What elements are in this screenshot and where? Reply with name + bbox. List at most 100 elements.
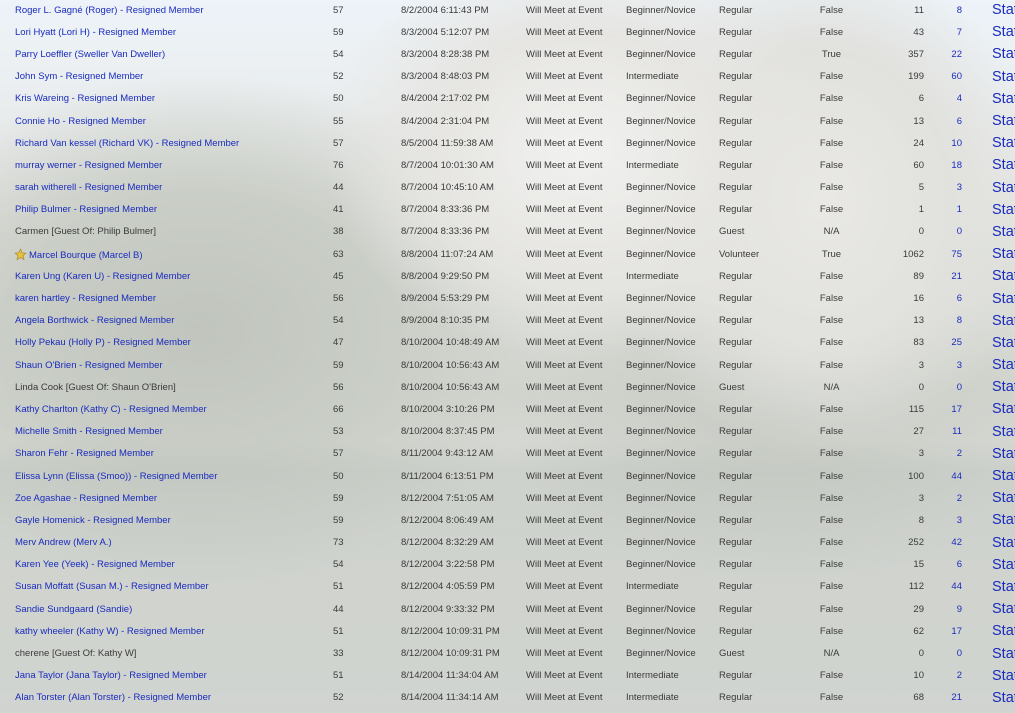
stats-link[interactable]: Stats bbox=[992, 291, 1015, 307]
count-link[interactable]: 11 bbox=[952, 426, 962, 437]
member-name-link[interactable]: Sandie Sundgaard (Sandie) bbox=[15, 604, 132, 615]
stats-link[interactable]: Stats bbox=[992, 180, 1015, 196]
stats-link[interactable]: Stats bbox=[992, 468, 1015, 484]
flag-cell: False bbox=[819, 137, 844, 149]
member-name-link[interactable]: Karen Yee (Yeek) - Resigned Member bbox=[15, 559, 175, 570]
stats-link[interactable]: Stats bbox=[992, 113, 1015, 129]
count-link[interactable]: 75 bbox=[951, 249, 962, 260]
member-name-link[interactable]: Philip Bulmer - Resigned Member bbox=[15, 204, 157, 215]
table-row: Michelle Smith - Resigned Member 53 8/10/2… bbox=[0, 421, 1015, 443]
stats-link[interactable]: Stats bbox=[992, 535, 1015, 551]
member-name-link[interactable]: Susan Moffatt (Susan M.) - Resigned Memb… bbox=[15, 581, 209, 592]
stats-link[interactable]: Stats bbox=[992, 490, 1015, 506]
member-name-link[interactable]: karen hartley - Resigned Member bbox=[15, 293, 156, 304]
flag-cell: False bbox=[819, 26, 844, 38]
member-name-link[interactable]: Merv Andrew (Merv A.) bbox=[15, 537, 112, 548]
count-link[interactable]: 42 bbox=[951, 537, 962, 548]
count-link[interactable]: 0 bbox=[957, 382, 962, 393]
count-link[interactable]: 8 bbox=[957, 5, 962, 16]
count-link[interactable]: 4 bbox=[957, 93, 962, 104]
count-link[interactable]: 60 bbox=[951, 71, 962, 82]
stats-link[interactable]: Stats bbox=[992, 512, 1015, 528]
stats-link[interactable]: Stats bbox=[992, 690, 1015, 706]
flag-cell: False bbox=[819, 426, 844, 438]
count-link[interactable]: 7 bbox=[957, 27, 962, 38]
member-name-link[interactable]: Holly Pekau (Holly P) - Resigned Member bbox=[15, 337, 191, 348]
stats-link[interactable]: Stats bbox=[992, 46, 1015, 62]
stats-link[interactable]: Stats bbox=[992, 424, 1015, 440]
count-link[interactable]: 22 bbox=[951, 49, 962, 60]
stats-link[interactable]: Stats bbox=[992, 623, 1015, 639]
member-name-link[interactable]: Shaun O'Brien - Resigned Member bbox=[15, 360, 163, 371]
count-link[interactable]: 1 bbox=[957, 204, 962, 215]
count-link[interactable]: 18 bbox=[951, 160, 962, 171]
stats-link[interactable]: Stats bbox=[992, 268, 1015, 284]
member-name-link[interactable]: Alan Torster (Alan Torster) - Resigned M… bbox=[15, 692, 211, 703]
count-link[interactable]: 21 bbox=[951, 692, 962, 703]
stats-link[interactable]: Stats bbox=[992, 2, 1015, 18]
count-link[interactable]: 21 bbox=[951, 271, 962, 282]
count-link[interactable]: 9 bbox=[957, 604, 962, 615]
member-name-link[interactable]: Kris Wareing - Resigned Member bbox=[15, 93, 155, 104]
stats-link[interactable]: Stats bbox=[992, 69, 1015, 85]
count-link[interactable]: 2 bbox=[957, 670, 962, 681]
member-name-link[interactable]: Gayle Homenick - Resigned Member bbox=[15, 515, 171, 526]
stats-link[interactable]: Stats bbox=[992, 646, 1015, 662]
member-name-link[interactable]: Connie Ho - Resigned Member bbox=[15, 116, 146, 127]
count-link[interactable]: 44 bbox=[951, 471, 962, 482]
stats-link[interactable]: Stats bbox=[992, 601, 1015, 617]
count-link[interactable]: 3 bbox=[957, 515, 962, 526]
stats-link[interactable]: Stats bbox=[992, 24, 1015, 40]
count-link[interactable]: 10 bbox=[951, 138, 962, 149]
stats-link[interactable]: Stats bbox=[992, 557, 1015, 573]
member-name-link[interactable]: Zoe Agashae - Resigned Member bbox=[15, 493, 157, 504]
stats-link[interactable]: Stats bbox=[992, 91, 1015, 107]
stats-link[interactable]: Stats bbox=[992, 335, 1015, 351]
count-link[interactable]: 17 bbox=[951, 626, 962, 637]
stats-link[interactable]: Stats bbox=[992, 135, 1015, 151]
count-link[interactable]: 6 bbox=[957, 116, 962, 127]
member-name-link[interactable]: Marcel Bourque (Marcel B) bbox=[29, 250, 143, 261]
count-link[interactable]: 0 bbox=[957, 648, 962, 659]
member-name-link[interactable]: kathy wheeler (Kathy W) - Resigned Membe… bbox=[15, 626, 205, 637]
member-name-link[interactable]: Sharon Fehr - Resigned Member bbox=[15, 448, 154, 459]
member-name-link[interactable]: Richard Van kessel (Richard VK) - Resign… bbox=[15, 138, 239, 149]
count-link[interactable]: 3 bbox=[957, 182, 962, 193]
member-name-link[interactable]: Angela Borthwick - Resigned Member bbox=[15, 315, 174, 326]
count-link-cell: 4 bbox=[924, 88, 962, 110]
count-link[interactable]: 44 bbox=[951, 581, 962, 592]
stats-link[interactable]: Stats bbox=[992, 446, 1015, 462]
member-name-link[interactable]: Lori Hyatt (Lori H) - Resigned Member bbox=[15, 27, 176, 38]
member-name-link[interactable]: Karen Ung (Karen U) - Resigned Member bbox=[15, 271, 190, 282]
count-cell: 5 bbox=[918, 182, 924, 194]
count-link[interactable]: 2 bbox=[957, 493, 962, 504]
stats-link[interactable]: Stats bbox=[992, 379, 1015, 395]
member-name-link[interactable]: Michelle Smith - Resigned Member bbox=[15, 426, 163, 437]
member-name-link[interactable]: sarah witherell - Resigned Member bbox=[15, 182, 162, 193]
stats-link[interactable]: Stats bbox=[992, 401, 1015, 417]
member-name-link[interactable]: murray werner - Resigned Member bbox=[15, 160, 162, 171]
stats-link[interactable]: Stats bbox=[992, 157, 1015, 173]
count-link[interactable]: 25 bbox=[951, 337, 962, 348]
stats-link[interactable]: Stats bbox=[992, 246, 1015, 262]
count-link[interactable]: 3 bbox=[957, 360, 962, 371]
member-name-link[interactable]: John Sym - Resigned Member bbox=[15, 71, 143, 82]
count-link[interactable]: 8 bbox=[957, 315, 962, 326]
stats-link[interactable]: Stats bbox=[992, 202, 1015, 218]
count-link[interactable]: 17 bbox=[951, 404, 962, 415]
stats-link[interactable]: Stats bbox=[992, 224, 1015, 240]
stats-link[interactable]: Stats bbox=[992, 668, 1015, 684]
member-name-link[interactable]: Parry Loeffler (Sweller Van Dweller) bbox=[15, 49, 165, 60]
count-link[interactable]: 0 bbox=[957, 226, 962, 237]
stats-link[interactable]: Stats bbox=[992, 579, 1015, 595]
member-name-link[interactable]: Kathy Charlton (Kathy C) - Resigned Memb… bbox=[15, 404, 207, 415]
count-link[interactable]: 6 bbox=[957, 559, 962, 570]
stats-link[interactable]: Stats bbox=[992, 313, 1015, 329]
count-link[interactable]: 6 bbox=[957, 293, 962, 304]
stats-cell: Stats bbox=[962, 66, 1015, 88]
member-name-link[interactable]: Elissa Lynn (Elissa (Smoo)) - Resigned M… bbox=[15, 471, 217, 482]
member-name-link[interactable]: Roger L. Gagné (Roger) - Resigned Member bbox=[15, 5, 204, 16]
count-link[interactable]: 2 bbox=[957, 448, 962, 459]
stats-link[interactable]: Stats bbox=[992, 357, 1015, 373]
member-name-link[interactable]: Jana Taylor (Jana Taylor) - Resigned Mem… bbox=[15, 670, 207, 681]
